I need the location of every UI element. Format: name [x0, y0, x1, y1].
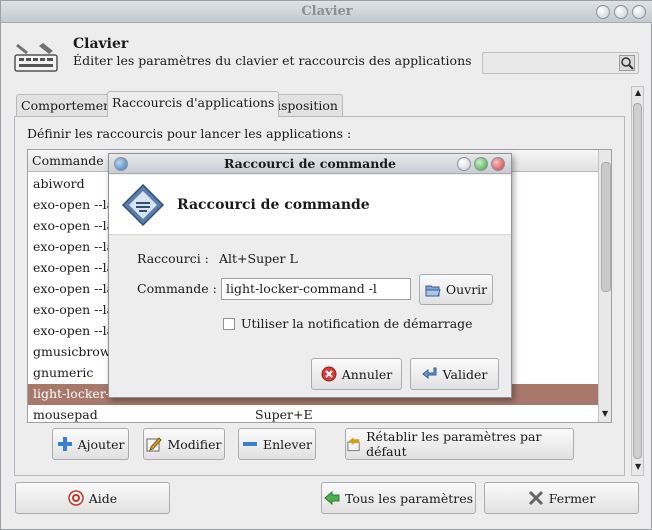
dialog-header: Raccourci de commande	[109, 175, 511, 235]
ok-button-label: Valider	[442, 366, 488, 382]
row-command: exo-open --la	[33, 218, 115, 233]
reset-defaults-button[interactable]: Rétablir les paramètres par défaut	[345, 428, 574, 460]
tab-comportement[interactable]: Comportement	[16, 94, 122, 116]
folder-open-icon	[425, 285, 441, 296]
command-input[interactable]: light-locker-command -l	[221, 278, 411, 300]
window-title: Clavier	[301, 4, 353, 19]
row-command: exo-open --la	[33, 197, 115, 212]
scrollbar-thumb[interactable]	[633, 103, 642, 459]
ok-button[interactable]: Valider	[410, 358, 499, 390]
startup-notification-checkbox[interactable]	[223, 318, 235, 330]
window-close-button[interactable]	[632, 5, 646, 19]
row-shortcut: Super+E	[255, 407, 313, 422]
row-command: abiword	[33, 176, 85, 191]
back-arrow-icon	[324, 490, 340, 506]
keyboard-settings-window: Clavier Clavier Éditer les paramètres du…	[0, 0, 652, 530]
remove-button-label: Enlever	[262, 436, 312, 452]
command-label: Commande :	[137, 281, 217, 296]
all-settings-label: Tous les paramètres	[344, 490, 474, 506]
all-settings-button[interactable]: Tous les paramètres	[321, 482, 476, 514]
startup-notification-label[interactable]: Utiliser la notification de démarrage	[241, 316, 473, 331]
keyboard-shortcut-icon	[121, 183, 165, 227]
help-button[interactable]: Aide	[15, 482, 170, 514]
app-subtitle: Éditer les paramètres du clavier et racc…	[73, 53, 472, 68]
dialog-window-title: Raccourci de commande	[223, 156, 397, 171]
add-button[interactable]: Ajouter	[52, 428, 129, 460]
edit-button[interactable]: Modifier	[143, 428, 225, 460]
settings-search-input[interactable]	[482, 52, 639, 74]
row-command: gnumeric	[33, 365, 94, 380]
window-maximize-button[interactable]	[614, 5, 628, 19]
dialog-shade-button[interactable]	[457, 157, 471, 171]
open-button[interactable]: Ouvrir	[419, 274, 493, 305]
row-command: exo-open --la	[33, 260, 115, 275]
reset-defaults-label: Rétablir les paramètres par défaut	[366, 429, 542, 459]
dialog-close-button[interactable]	[491, 157, 505, 171]
help-button-label: Aide	[88, 490, 118, 506]
dialog-titlebar[interactable]: Raccourci de commande	[109, 154, 511, 174]
window-titlebar[interactable]: Clavier	[1, 1, 652, 23]
row-command: gmusicbrows	[33, 344, 117, 359]
cancel-button-label: Annuler	[341, 366, 393, 382]
list-scroll-down-icon[interactable]: ▼	[602, 409, 608, 418]
command-shortcut-dialog: Raccourci de commande Raccourci de comma…	[108, 153, 512, 398]
row-command: exo-open --la	[33, 323, 115, 338]
minus-icon	[242, 442, 257, 446]
scroll-up-icon[interactable]: ▲	[635, 88, 641, 97]
row-command: mousepad	[33, 407, 98, 422]
dialog-maximize-button[interactable]	[474, 157, 488, 171]
list-scrollbar-thumb[interactable]	[601, 162, 611, 292]
window-shade-button[interactable]	[596, 5, 610, 19]
row-command: exo-open --la	[33, 281, 115, 296]
window-scrollbar[interactable]: ▲ ▼	[631, 86, 644, 476]
column-header-command[interactable]: Commande	[32, 153, 104, 168]
shortcut-value: Alt+Super L	[219, 251, 298, 266]
enter-arrow-icon	[421, 367, 437, 380]
remove-button[interactable]: Enlever	[238, 428, 316, 460]
plus-icon	[57, 437, 72, 451]
scroll-down-icon[interactable]: ▼	[635, 462, 641, 471]
edit-button-label: Modifier	[167, 436, 222, 452]
close-button-label: Fermer	[548, 490, 596, 506]
revert-icon	[347, 437, 360, 452]
command-input-value: light-locker-command -l	[226, 281, 377, 296]
open-button-label: Ouvrir	[445, 282, 488, 297]
close-button[interactable]: Fermer	[484, 482, 639, 514]
keyboard-settings-icon	[14, 43, 58, 72]
row-command: light-locker-c	[33, 386, 117, 401]
list-scrollbar[interactable]: ▼	[598, 150, 611, 422]
add-button-label: Ajouter	[77, 436, 125, 452]
app-title: Clavier	[73, 36, 129, 52]
close-icon	[528, 490, 543, 506]
edit-icon	[146, 437, 163, 452]
cancel-icon	[321, 366, 337, 382]
search-icon[interactable]	[619, 55, 635, 71]
cancel-button[interactable]: Annuler	[311, 358, 402, 390]
shortcut-label: Raccourci :	[137, 251, 209, 266]
help-icon	[68, 490, 84, 506]
dialog-heading: Raccourci de commande	[177, 197, 370, 213]
row-command: exo-open --la	[33, 302, 115, 317]
list-row[interactable]: mousepad Super+E	[28, 405, 598, 422]
shortcuts-list-label: Définir les raccourcis pour lancer les a…	[27, 126, 352, 141]
tab-raccourcis-applications[interactable]: Raccourcis d'applications	[107, 91, 280, 117]
row-command: exo-open --la	[33, 239, 115, 254]
